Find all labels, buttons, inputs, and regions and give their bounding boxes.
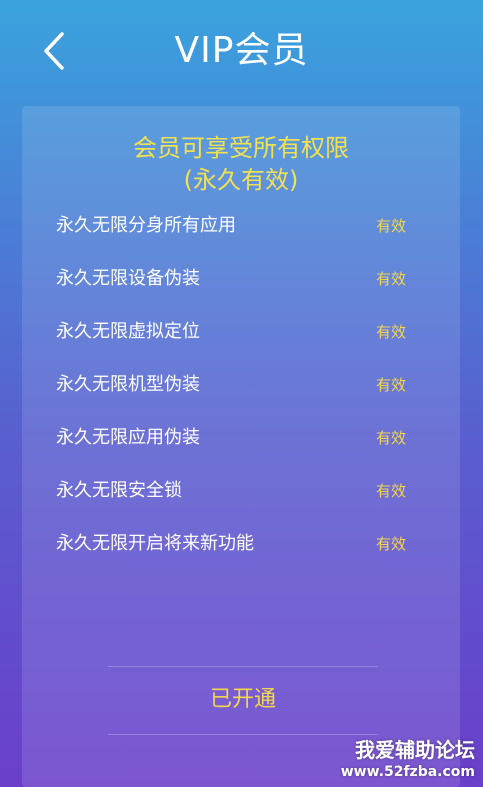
card-title: 会员可享受所有权限 bbox=[133, 134, 349, 162]
benefit-label: 永久无限虚拟定位 bbox=[56, 321, 200, 342]
benefit-label: 永久无限分身所有应用 bbox=[56, 215, 236, 236]
benefit-row: 永久无限设备伪装 有效 bbox=[22, 255, 460, 308]
activated-button[interactable]: 已开通 bbox=[108, 671, 378, 729]
vip-benefits-card: 会员可享受所有权限 (永久有效) 永久无限分身所有应用 有效 永久无限设备伪装 … bbox=[22, 106, 460, 787]
benefit-label: 永久无限应用伪装 bbox=[56, 427, 200, 448]
benefit-status: 有效 bbox=[375, 429, 406, 447]
benefit-row: 永久无限开启将来新功能 有效 bbox=[22, 520, 460, 573]
benefit-status: 有效 bbox=[375, 376, 406, 394]
watermark-title: 我爱辅助论坛 bbox=[355, 738, 475, 762]
benefit-status: 有效 bbox=[375, 535, 406, 553]
benefit-label: 永久无限开启将来新功能 bbox=[56, 533, 254, 554]
benefit-row: 永久无限安全锁 有效 bbox=[22, 467, 460, 520]
benefit-status: 有效 bbox=[375, 482, 406, 500]
benefit-label: 永久无限安全锁 bbox=[56, 480, 182, 501]
benefit-status: 有效 bbox=[375, 323, 406, 341]
divider bbox=[108, 666, 378, 667]
watermark: 我爱辅助论坛 www.52fzba.com bbox=[341, 737, 475, 781]
benefit-label: 永久无限设备伪装 bbox=[56, 268, 200, 289]
benefit-label: 永久无限机型伪装 bbox=[56, 374, 200, 395]
benefit-row: 永久无限虚拟定位 有效 bbox=[22, 308, 460, 361]
benefit-status: 有效 bbox=[375, 270, 406, 288]
benefit-row: 永久无限分身所有应用 有效 bbox=[22, 202, 460, 255]
watermark-url: www.52fzba.com bbox=[340, 764, 475, 780]
divider bbox=[108, 734, 378, 735]
app-header: VIP会员 bbox=[0, 0, 483, 100]
card-subtitle: (永久有效) bbox=[183, 166, 299, 194]
benefit-row: 永久无限机型伪装 有效 bbox=[22, 361, 460, 414]
benefit-row: 永久无限应用伪装 有效 bbox=[22, 414, 460, 467]
benefit-list: 永久无限分身所有应用 有效 永久无限设备伪装 有效 永久无限虚拟定位 有效 永久… bbox=[22, 202, 460, 573]
benefit-status: 有效 bbox=[375, 217, 406, 235]
page-title: VIP会员 bbox=[174, 30, 309, 71]
